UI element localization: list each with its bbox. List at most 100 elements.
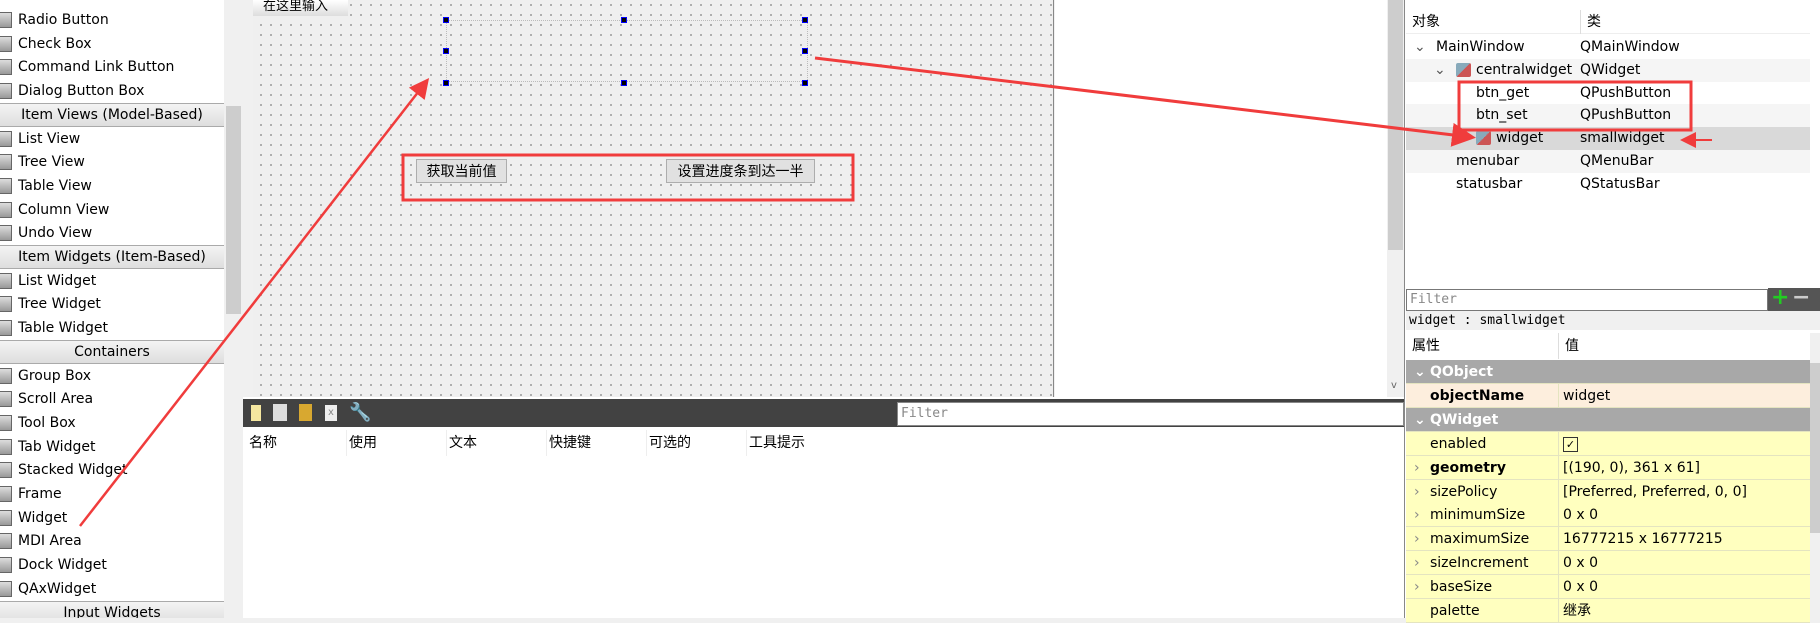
resize-handle[interactable] [443, 48, 449, 54]
chevron-right-icon[interactable]: › [1414, 480, 1420, 504]
wrench-icon[interactable]: 🔧 [349, 402, 371, 423]
column-header[interactable]: 工具提示 [747, 430, 847, 456]
widget-box-item[interactable]: Stacked Widget [0, 458, 224, 482]
header-value[interactable]: 值 [1558, 333, 1579, 359]
property-row[interactable]: › baseSize 0 x 0 [1406, 575, 1810, 600]
property-value[interactable]: 0 x 0 [1558, 551, 1598, 576]
property-row[interactable]: › sizeIncrement 0 x 0 [1406, 551, 1810, 576]
new-action-icon[interactable] [251, 405, 261, 421]
widget-box-item[interactable]: List View [0, 127, 224, 151]
property-value[interactable]: 16777215 x 16777215 [1558, 527, 1723, 552]
chevron-right-icon[interactable]: › [1414, 527, 1420, 551]
chevron-down-icon[interactable]: ⌄ [1434, 59, 1446, 82]
property-row[interactable]: › maximumSize 16777215 x 16777215 [1406, 527, 1810, 552]
widget-box-item[interactable]: QAxWidget [0, 577, 224, 601]
property-value[interactable]: widget [1558, 383, 1610, 408]
paste-action-icon[interactable] [299, 404, 312, 421]
widget-box-item[interactable]: Frame [0, 482, 224, 506]
delete-action-icon[interactable]: x [325, 405, 337, 421]
property-row[interactable]: objectName widget [1406, 383, 1810, 408]
property-row[interactable]: › geometry [(190, 0), 361 x 61] [1406, 455, 1810, 480]
widget-box-item[interactable]: Widget [0, 506, 224, 530]
widget-box-item[interactable]: Tool Box [0, 411, 224, 435]
resize-handle[interactable] [802, 48, 808, 54]
selected-widget-outline[interactable] [446, 20, 808, 82]
property-group[interactable]: ⌄ QWidget [1406, 407, 1810, 432]
widget-box-item[interactable]: Check Box [0, 32, 224, 56]
column-header[interactable]: 名称 [247, 430, 347, 456]
widget-box-item[interactable]: Dock Widget [0, 553, 224, 577]
object-tree-row[interactable]: menubar QMenuBar [1406, 150, 1810, 173]
chevron-right-icon[interactable]: › [1414, 456, 1420, 480]
property-value[interactable]: [(190, 0), 361 x 61] [1558, 455, 1700, 480]
resize-handle[interactable] [443, 80, 449, 86]
property-row[interactable]: palette 继承 [1406, 599, 1810, 623]
widget-box-item[interactable]: Tree Widget [0, 292, 224, 316]
menu-placeholder[interactable]: 在这里输入 [253, 0, 348, 16]
widget-box-item[interactable]: Dialog Button Box [0, 79, 224, 103]
widget-box-item[interactable]: Table Widget [0, 316, 224, 340]
column-header[interactable]: 快捷键 [547, 430, 647, 456]
resize-handle[interactable] [443, 17, 449, 23]
property-value[interactable]: 继承 [1558, 599, 1591, 623]
widget-box-item[interactable]: List Widget [0, 269, 224, 293]
widget-category[interactable]: Item Views (Model-Based) [0, 102, 224, 127]
property-row[interactable]: › minimumSize 0 x 0 [1406, 503, 1810, 528]
property-row[interactable]: › sizePolicy [Preferred, Preferred, 0, 0] [1406, 479, 1810, 504]
widget-box-item[interactable]: Radio Button [0, 8, 224, 32]
widget-box-item[interactable]: Tab Widget [0, 435, 224, 459]
property-value[interactable]: 0 x 0 [1558, 575, 1598, 600]
property-value[interactable]: ✓ [1558, 431, 1578, 456]
chevron-down-icon[interactable]: ⌄ [1414, 36, 1426, 59]
object-tree-row[interactable]: ⌄ centralwidget QWidget [1406, 58, 1810, 82]
chevron-right-icon[interactable]: › [1414, 551, 1420, 575]
property-group[interactable]: ⌄ QObject [1406, 360, 1810, 384]
add-property-icon[interactable]: + [1771, 285, 1789, 310]
property-filter-input[interactable]: Filter [1406, 289, 1768, 311]
object-tree-row[interactable]: btn_set QPushButton [1406, 104, 1810, 128]
chevron-right-icon[interactable]: › [1414, 503, 1420, 527]
resize-handle[interactable] [802, 80, 808, 86]
column-header[interactable]: 文本 [447, 430, 547, 456]
chevron-down-icon[interactable]: ⌄ [1414, 408, 1426, 432]
widget-box-item[interactable]: Undo View [0, 221, 224, 245]
resize-handle[interactable] [621, 17, 627, 23]
widget-box-item[interactable]: Column View [0, 198, 224, 222]
resize-handle[interactable] [621, 80, 627, 86]
object-tree-row[interactable]: btn_get QPushButton [1406, 82, 1810, 105]
widget-box-item[interactable]: Tree View [0, 150, 224, 174]
property-row[interactable]: enabled ✓ [1406, 431, 1810, 456]
header-property[interactable]: 属性 [1412, 333, 1440, 359]
widget-box-item[interactable]: Scroll Area [0, 387, 224, 411]
property-value[interactable]: [Preferred, Preferred, 0, 0] [1558, 479, 1747, 504]
form-scrollbar[interactable]: v [1387, 0, 1404, 397]
property-value[interactable]: 0 x 0 [1558, 503, 1598, 528]
chevron-right-icon[interactable]: › [1414, 575, 1420, 599]
widget-category[interactable]: Input Widgets [0, 600, 224, 618]
btn-get[interactable]: 获取当前值 [416, 159, 507, 183]
widget-box-scroll-thumb[interactable] [226, 106, 241, 314]
property-scrollbar[interactable] [1810, 333, 1820, 618]
widget-box-item[interactable]: Group Box [0, 364, 224, 388]
widget-box-item[interactable]: Table View [0, 174, 224, 198]
btn-set[interactable]: 设置进度条到达一半 [666, 159, 815, 183]
resize-handle[interactable] [802, 17, 808, 23]
widget-category[interactable]: Item Widgets (Item-Based) [0, 245, 224, 269]
copy-action-icon[interactable] [273, 404, 287, 421]
object-tree-row[interactable]: widget smallwidget [1406, 127, 1810, 151]
widget-category[interactable]: Containers [0, 339, 224, 364]
object-tree-row[interactable]: ⌄ MainWindow QMainWindow [1406, 36, 1810, 59]
widget-box-item[interactable]: MDI Area [0, 529, 224, 553]
remove-property-icon[interactable]: − [1792, 285, 1810, 310]
widget-type-icon [0, 462, 12, 479]
checkbox-checked-icon[interactable]: ✓ [1563, 436, 1578, 452]
column-header[interactable]: 可选的 [647, 430, 747, 456]
widget-box-item[interactable]: Command Link Button [0, 55, 224, 79]
action-filter-input[interactable]: Filter [897, 402, 1404, 426]
chevron-down-icon[interactable]: ⌄ [1414, 360, 1426, 384]
column-header[interactable]: 使用 [347, 430, 447, 456]
header-class[interactable]: 类 [1580, 10, 1601, 34]
header-object[interactable]: 对象 [1412, 10, 1440, 34]
widget-type-icon [0, 391, 12, 408]
object-tree-row[interactable]: statusbar QStatusBar [1406, 173, 1810, 196]
